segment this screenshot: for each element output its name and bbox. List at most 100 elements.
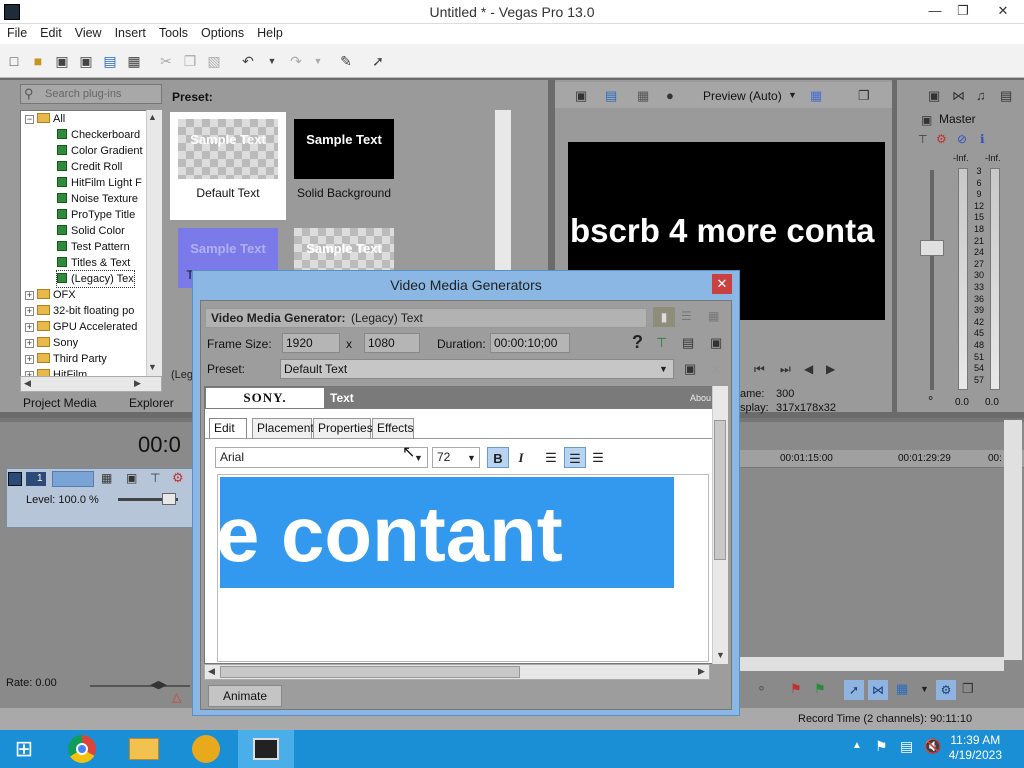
master-fader[interactable] (920, 240, 944, 256)
vscroll-thumb[interactable] (714, 420, 726, 560)
view-tall-icon[interactable]: ▮ (653, 307, 675, 327)
scroll-left-icon[interactable]: ◀ (208, 666, 215, 677)
snapping-icon[interactable]: ❐ (962, 681, 974, 697)
open-folder-icon[interactable]: ■ (30, 53, 46, 69)
tree-folder[interactable]: +32-bit floating po (25, 303, 134, 319)
menu-options[interactable]: Options (194, 24, 250, 40)
menu-view[interactable]: View (68, 24, 108, 40)
preset-solid-background[interactable]: Sample Text (294, 119, 394, 179)
menu-insert[interactable]: Insert (108, 24, 152, 40)
expand-icon[interactable]: + (25, 291, 34, 300)
chevron-down-icon[interactable]: ▼ (467, 453, 476, 463)
grid-overlay-icon[interactable]: ▦ (810, 88, 822, 104)
gear-icon[interactable]: ⚙ (936, 132, 947, 146)
tab-project-media[interactable]: Project Media (23, 396, 96, 410)
tree-plugin[interactable]: (Legacy) Tex (56, 270, 135, 288)
brush-icon[interactable]: ✎ (338, 53, 354, 69)
tab-edit[interactable]: Edit (209, 418, 247, 438)
font-select[interactable]: Arial (215, 447, 428, 468)
snapshot-icon[interactable]: ● (666, 88, 674, 103)
compositing-icon[interactable]: ▣ (126, 471, 137, 485)
tree-plugin[interactable]: Checkerboard (57, 127, 140, 143)
preset-default-text[interactable]: Sample Text (178, 119, 278, 179)
tree-plugin[interactable]: ProType Title (57, 207, 135, 223)
duration-field[interactable]: 00:00:10;00 (490, 333, 570, 353)
scroll-right-icon[interactable]: ▶ (134, 378, 141, 389)
action-center-icon[interactable]: ⚑ (875, 738, 888, 755)
text-editor[interactable]: e contant (217, 474, 709, 662)
tree-folder[interactable]: + Third Party (25, 351, 107, 367)
menu-help[interactable]: Help (250, 24, 289, 40)
tree-plugin[interactable]: Noise Texture (57, 191, 138, 207)
tab-placement[interactable]: Placement (252, 418, 314, 438)
expand-icon[interactable]: + (25, 339, 34, 348)
envelope-tool-icon[interactable]: ⋈ (868, 680, 888, 700)
align-left-icon[interactable]: ☰ (540, 447, 562, 468)
menu-file[interactable]: File (0, 24, 33, 40)
bold-button[interactable]: B (487, 447, 509, 468)
delete-preset-icon[interactable]: ✕ (710, 361, 722, 378)
fx-icon[interactable]: ⊤ (918, 133, 928, 146)
marker-icon[interactable]: ⚑ (790, 681, 802, 697)
tree-folder[interactable]: + Sony (25, 335, 78, 351)
track-fx-icon[interactable]: ⊤ (150, 471, 160, 485)
solo-icon[interactable]: ℹ (980, 132, 985, 146)
italic-button[interactable]: I (510, 447, 532, 468)
app-icon-shield[interactable] (188, 733, 224, 765)
plugin-search-input[interactable]: Search plug-ins (20, 84, 162, 104)
restore-button[interactable]: ❐ (948, 0, 978, 22)
paste-icon[interactable]: ▧ (206, 53, 222, 69)
view-list-icon[interactable]: ☰ (681, 309, 692, 323)
tree-plugin[interactable]: Solid Color (57, 223, 125, 239)
tool-dropdown-icon[interactable]: ▼ (920, 684, 929, 694)
scroll-right-icon[interactable]: ▶ (698, 666, 705, 677)
scroll-up-icon[interactable]: ▲ (148, 112, 157, 122)
rate-slider[interactable]: ◀▶ (150, 678, 167, 691)
menu-tools[interactable]: Tools (152, 24, 194, 40)
help-icon[interactable]: ? (632, 332, 643, 353)
file-explorer-icon[interactable] (126, 733, 162, 765)
preview-quality-select[interactable]: Preview (Auto) (703, 89, 782, 103)
cut-icon[interactable]: ✂ (158, 53, 174, 69)
expand-icon[interactable]: + (25, 323, 34, 332)
selection-tool-icon[interactable]: ▦ (896, 681, 908, 697)
track-motion-icon[interactable]: ▦ (101, 471, 112, 485)
view-grid-icon[interactable]: ▦ (708, 309, 719, 323)
tree-folder[interactable]: + OFX (25, 287, 76, 303)
tree-folder[interactable]: + GPU Accelerated (25, 319, 137, 335)
save-icon[interactable]: ▣ (54, 53, 70, 69)
mute-icon[interactable]: ⊘ (957, 132, 967, 146)
normal-edit-tool-icon[interactable]: ➚ (844, 680, 864, 700)
auto-ripple-icon[interactable]: ⚙ (936, 680, 956, 700)
external-monitor-icon[interactable]: ▤ (605, 88, 617, 104)
chevron-down-icon[interactable]: ▼ (659, 364, 668, 374)
preset-select[interactable]: Default Text (280, 359, 674, 379)
minimize-button[interactable]: — (920, 0, 950, 22)
chrome-icon[interactable] (64, 733, 100, 765)
track-expand-icon[interactable] (8, 472, 22, 486)
properties-icon[interactable]: ▦ (126, 53, 142, 69)
render-icon[interactable]: ▤ (102, 53, 118, 69)
scroll-down-icon[interactable]: ▼ (148, 362, 157, 372)
volume-muted-icon[interactable]: 🔇 (924, 738, 941, 755)
scroll-left-icon[interactable]: ◀ (24, 378, 31, 389)
scroll-down-icon[interactable]: ▼ (716, 650, 725, 660)
undo-icon[interactable]: ↶ (240, 53, 256, 69)
close-icon[interactable]: ✕ (712, 274, 732, 294)
redo-icon[interactable]: ↷ (288, 53, 304, 69)
pointer-tool-icon[interactable]: ➚ (370, 53, 386, 69)
region-icon[interactable]: ⚑ (814, 681, 826, 697)
menu-edit[interactable]: Edit (33, 24, 68, 40)
align-center-icon[interactable]: ☰ (564, 447, 586, 468)
split-screen-icon[interactable]: ▦ (637, 88, 649, 104)
mixer-downmix-icon[interactable]: ⋈ (952, 88, 965, 104)
copy-icon[interactable]: ❐ (182, 53, 198, 69)
tree-plugin[interactable]: HitFilm Light F (57, 175, 142, 191)
save-preset-icon[interactable]: ▣ (684, 361, 696, 377)
dialog-menu-icon[interactable]: ▣ (710, 335, 722, 351)
lock-envelope-icon[interactable]: ⚬ (756, 681, 767, 697)
preview-settings-icon[interactable]: ▣ (575, 88, 587, 104)
tree-folder[interactable]: − All (25, 111, 65, 127)
system-clock[interactable]: 11:39 AM 4/19/2023 (949, 733, 1002, 763)
windows-start-icon[interactable]: ⊞ (6, 733, 42, 765)
